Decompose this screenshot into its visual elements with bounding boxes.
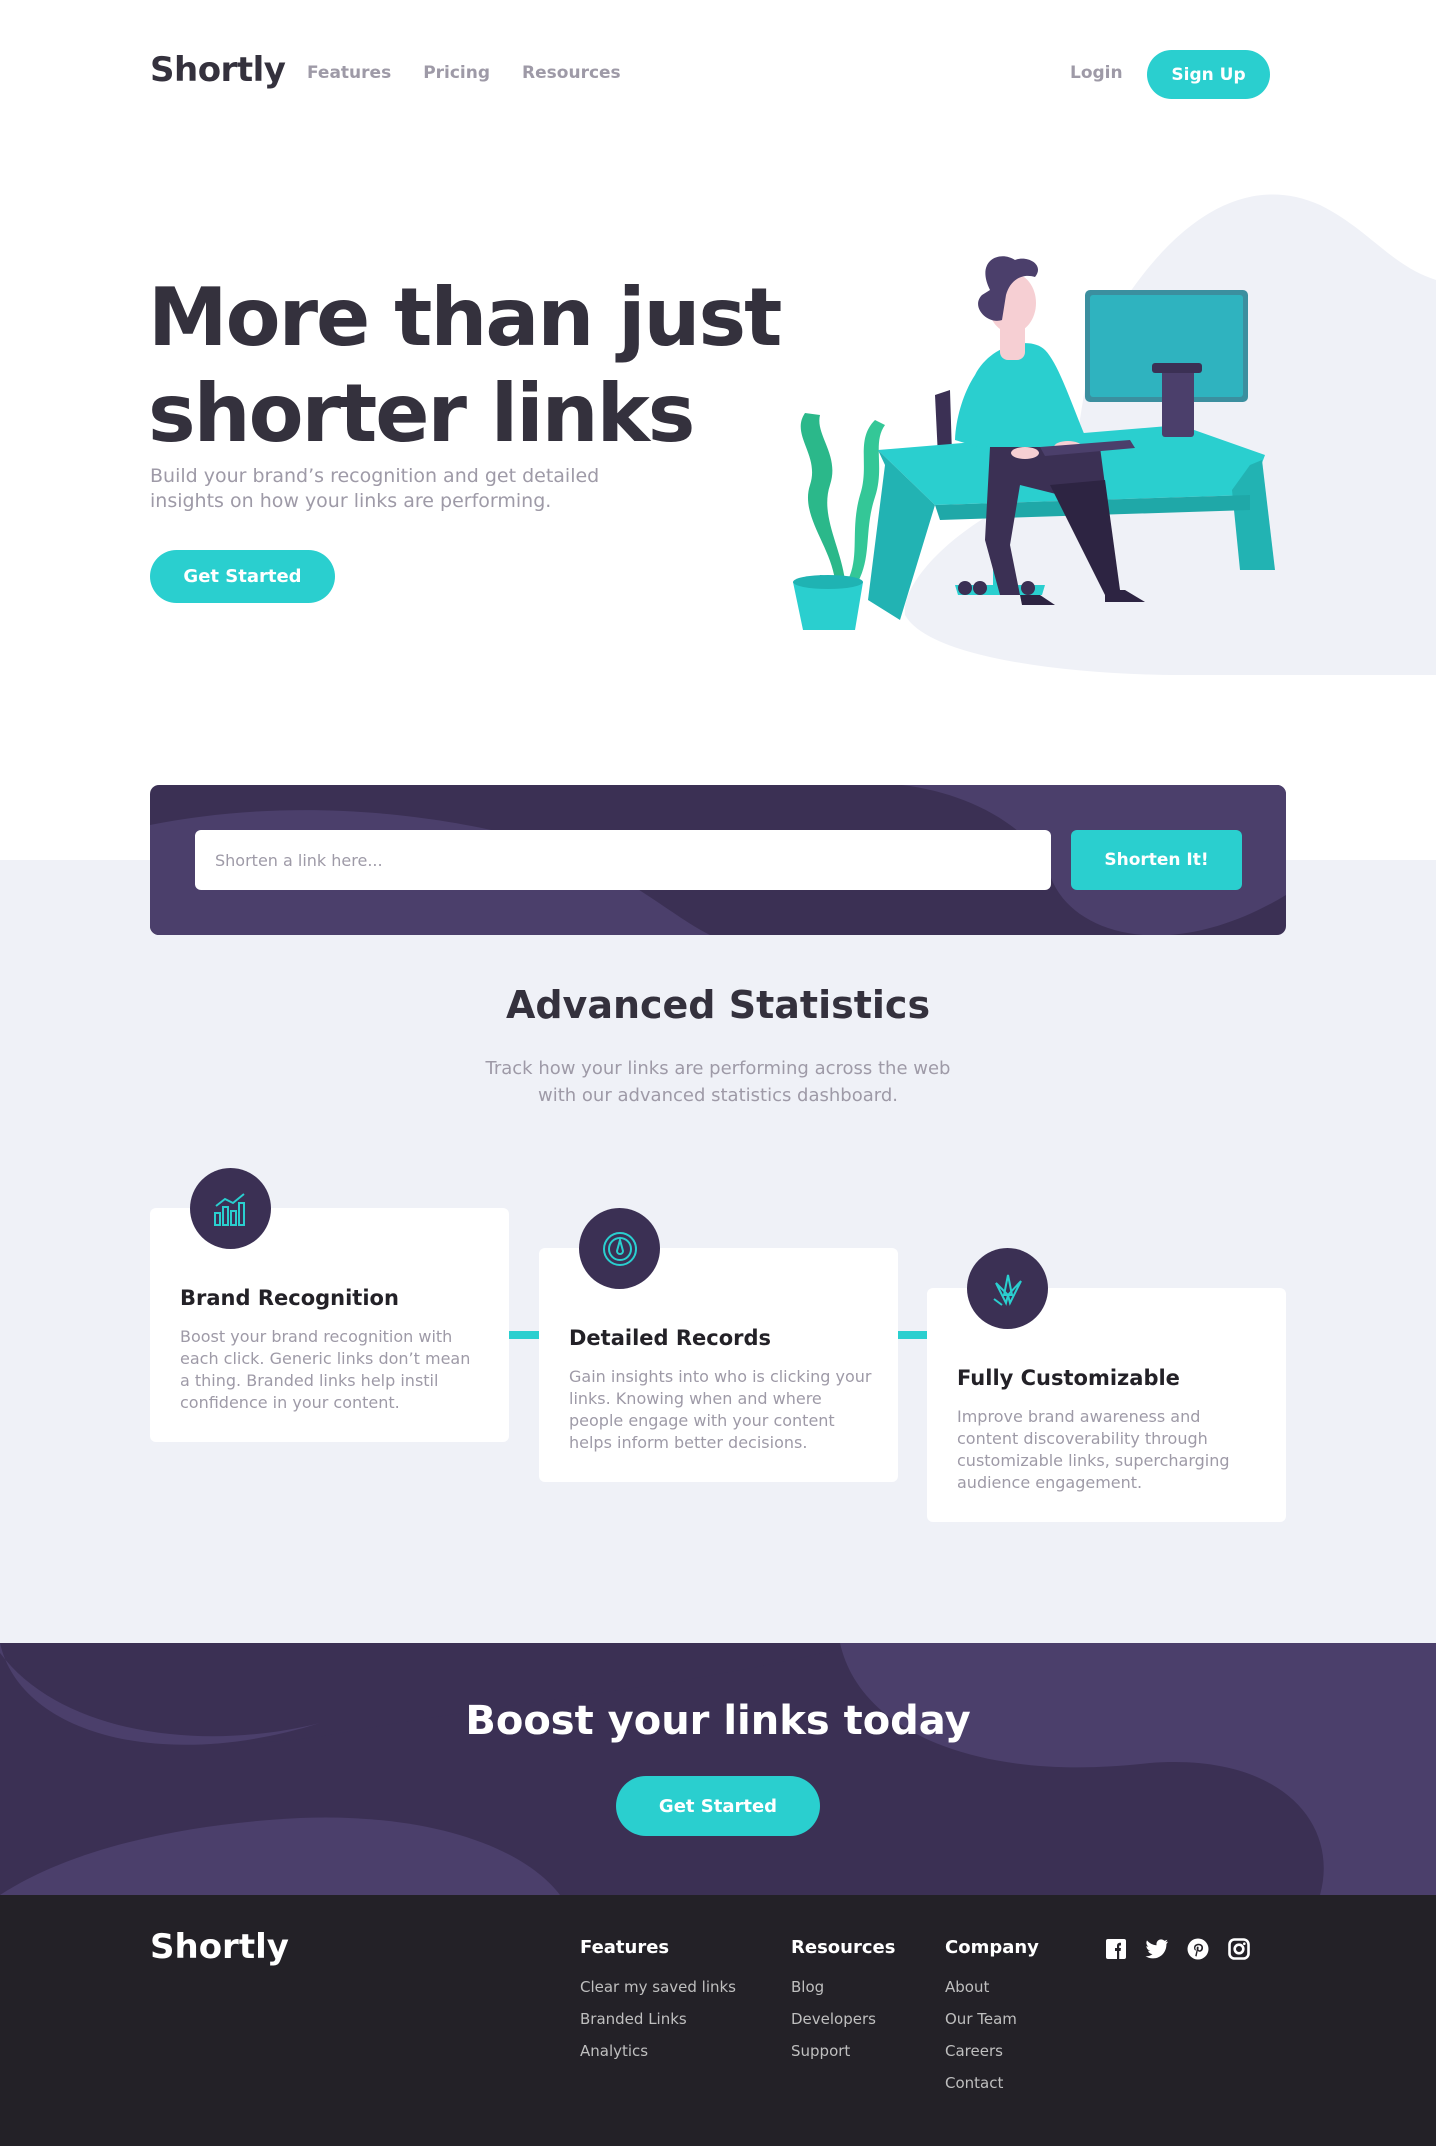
card-title: Fully Customizable	[957, 1366, 1180, 1390]
shorten-button[interactable]: Shorten It!	[1071, 830, 1242, 890]
footer-link[interactable]: Clear my saved links	[580, 1978, 736, 1996]
bar-chart-icon	[190, 1168, 271, 1249]
footer-link[interactable]: Contact	[945, 2074, 1039, 2092]
footer-link[interactable]: Careers	[945, 2042, 1039, 2060]
footer-column-resources: Resources Blog Developers Support	[791, 1937, 895, 2074]
card-text: Gain insights into who is clicking your …	[569, 1367, 872, 1452]
facebook-icon[interactable]	[1104, 1937, 1128, 1961]
logo[interactable]: Shortly	[150, 50, 286, 90]
login-link[interactable]: Login	[1070, 63, 1123, 83]
brushes-icon	[967, 1248, 1048, 1329]
card-text: Improve brand awareness and content disc…	[957, 1407, 1230, 1492]
hero-subtitle: Build your brand’s recognition and get d…	[150, 465, 600, 512]
feature-card-fully-customizable: Fully Customizable Improve brand awarene…	[927, 1248, 1286, 1522]
stats-subtitle: Track how your links are performing acro…	[485, 1058, 951, 1106]
signup-button[interactable]: Sign Up	[1147, 50, 1270, 99]
footer-column-title: Features	[580, 1937, 670, 1958]
boost-section: Boost your links today Get Started	[0, 1643, 1436, 1895]
instagram-icon[interactable]	[1227, 1937, 1251, 1961]
nav-features-link[interactable]: Features	[307, 63, 391, 83]
boost-waves	[0, 1643, 1436, 1895]
footer-link[interactable]: About	[945, 1978, 1039, 1996]
footer-link[interactable]: Support	[791, 2042, 895, 2060]
gauge-icon	[579, 1208, 660, 1289]
footer-column-title: Resources	[791, 1937, 896, 1958]
working-illustration	[793, 194, 1436, 675]
footer-link[interactable]: Our Team	[945, 2010, 1039, 2028]
pinterest-icon[interactable]	[1186, 1937, 1210, 1961]
shorten-url-input[interactable]	[195, 830, 1051, 890]
nav-resources-link[interactable]: Resources	[522, 63, 621, 83]
footer-column-features: Features Clear my saved links Branded Li…	[580, 1937, 736, 2074]
nav-pricing-link[interactable]: Pricing	[423, 63, 490, 83]
boost-title: Boost your links today	[465, 1698, 971, 1744]
twitter-icon[interactable]	[1145, 1937, 1169, 1961]
feature-card-detailed-records: Detailed Records Gain insights into who …	[539, 1208, 898, 1482]
shorten-panel: Shorten It!	[150, 785, 1286, 935]
feature-card-brand-recognition: Brand Recognition Boost your brand recog…	[150, 1168, 509, 1442]
hero-title: More than just shorter links	[148, 271, 782, 460]
footer-logo[interactable]: Shortly	[150, 1927, 289, 1967]
hero-get-started-button[interactable]: Get Started	[150, 550, 335, 603]
card-title: Brand Recognition	[180, 1286, 399, 1310]
footer-column-title: Company	[945, 1937, 1039, 1958]
footer-link[interactable]: Blog	[791, 1978, 895, 1996]
main-nav: Features Pricing Resources	[307, 63, 621, 83]
card-text: Boost your brand recognition with each c…	[180, 1327, 471, 1412]
boost-get-started-button[interactable]: Get Started	[616, 1776, 820, 1836]
footer-column-company: Company About Our Team Careers Contact	[945, 1937, 1039, 2106]
footer-link[interactable]: Analytics	[580, 2042, 736, 2060]
footer: Shortly Features Clear my saved links Br…	[0, 1895, 1436, 2146]
stats-title: Advanced Statistics	[505, 983, 931, 1027]
footer-link[interactable]: Branded Links	[580, 2010, 736, 2028]
social-links	[1104, 1937, 1251, 1961]
card-title: Detailed Records	[569, 1326, 772, 1350]
footer-link[interactable]: Developers	[791, 2010, 895, 2028]
